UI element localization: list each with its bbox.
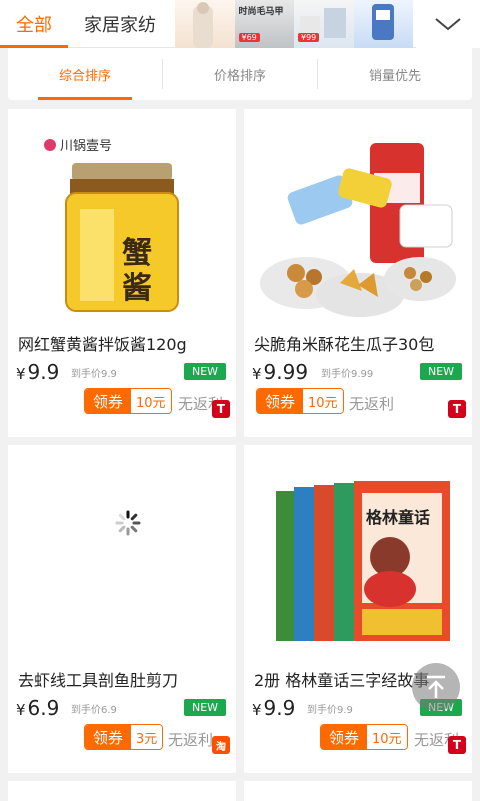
product-card[interactable]: 川锅壹号 蟹 酱 网红蟹黄酱拌饭酱120g ¥9.9 到手价9.9 NEW 领券…	[8, 109, 236, 437]
currency-symbol: ¥	[252, 701, 262, 719]
product-card[interactable]	[8, 781, 236, 801]
product-price: ¥9.9	[252, 696, 295, 720]
sort-tab-price[interactable]: 价格排序	[163, 48, 317, 100]
price-value: 6.9	[27, 696, 60, 720]
sort-tab-sales[interactable]: 销量优先	[318, 48, 472, 100]
currency-symbol: ¥	[16, 365, 26, 383]
coupon-label: 领券	[85, 389, 131, 413]
sort-bar: 综合排序 价格排序 销量优先	[8, 48, 472, 100]
promo-banner[interactable]: 时尚毛马甲 ¥69	[234, 0, 294, 48]
price-value: 9.9	[263, 696, 296, 720]
new-badge: NEW	[184, 699, 226, 716]
coupon-button[interactable]: 领券 3元	[84, 724, 164, 750]
back-to-top-button[interactable]	[412, 663, 460, 711]
expand-categories-button[interactable]	[416, 0, 480, 48]
coupon-amount: 10元	[367, 725, 407, 749]
product-brand-logo: 川锅壹号	[60, 138, 112, 154]
promo-banner[interactable]: ¥99	[294, 0, 354, 48]
product-card[interactable]	[244, 781, 472, 801]
arrow-up-icon	[427, 675, 445, 698]
tmall-icon: T	[212, 400, 230, 418]
category-tab-home-textile[interactable]: 家居家纺	[68, 0, 176, 48]
banner-price: ¥69	[238, 33, 260, 42]
product-price: ¥6.9	[16, 696, 59, 720]
tmall-icon: T	[448, 400, 466, 418]
svg-text:酱: 酱	[122, 271, 152, 306]
banner-price: ¥99	[298, 33, 320, 42]
product-card[interactable]: 格林童话 2册 格林童话三字经故事 ¥9.9 到手价9.9 NEW 领券 10元…	[244, 445, 472, 773]
new-badge: NEW	[184, 363, 226, 380]
product-price: ¥9.99	[252, 360, 308, 384]
product-image: 川锅壹号 蟹 酱	[14, 113, 230, 323]
product-price: ¥9.9	[16, 360, 59, 384]
tmall-icon: T	[448, 736, 466, 754]
spinner-icon	[115, 510, 141, 536]
coupon-label: 领券	[321, 725, 367, 749]
banner-image	[193, 2, 213, 48]
product-title[interactable]: 去虾线工具剖鱼肚剪刀	[18, 667, 228, 691]
promo-banner-strip[interactable]: 时尚毛马甲 ¥69 ¥99	[175, 0, 413, 48]
final-price: 到手价9.9	[307, 705, 353, 716]
taobao-icon: 淘	[212, 736, 230, 754]
svg-text:格林童话: 格林童话	[366, 508, 430, 527]
final-price: 到手价9.99	[321, 369, 374, 380]
coupon-amount: 10元	[131, 389, 171, 413]
coupon-button[interactable]: 领券 10元	[84, 388, 172, 414]
product-card[interactable]: 尖脆角米酥花生瓜子30包 ¥9.99 到手价9.99 NEW 领券 10元 无返…	[244, 109, 472, 437]
new-badge: NEW	[420, 363, 462, 380]
coupon-label: 领券	[85, 725, 131, 749]
final-price: 到手价6.9	[71, 705, 117, 716]
coupon-button[interactable]: 领券 10元	[320, 724, 408, 750]
product-title[interactable]: 网红蟹黄酱拌饭酱120g	[18, 331, 228, 355]
coupon-amount: 3元	[131, 725, 163, 749]
product-title[interactable]: 尖脆角米酥花生瓜子30包	[254, 331, 464, 355]
currency-symbol: ¥	[16, 701, 26, 719]
price-value: 9.9	[27, 360, 60, 384]
product-image	[250, 113, 466, 323]
currency-symbol: ¥	[252, 365, 262, 383]
price-value: 9.99	[263, 360, 309, 384]
svg-text:蟹: 蟹	[122, 236, 152, 271]
product-card[interactable]: 去虾线工具剖鱼肚剪刀 ¥6.9 到手价6.9 NEW 领券 3元 无返利 淘	[8, 445, 236, 773]
coupon-amount: 10元	[303, 389, 343, 413]
rebate-text: 无返利	[349, 395, 395, 413]
banner-title: 时尚毛马甲	[238, 7, 284, 17]
coupon-button[interactable]: 领券 10元	[256, 388, 344, 414]
promo-banner[interactable]	[175, 0, 235, 48]
chevron-down-icon	[435, 18, 461, 31]
sort-tab-comprehensive[interactable]: 综合排序	[8, 48, 162, 100]
rebate-text: 无返利	[168, 731, 214, 749]
banner-image	[371, 4, 394, 40]
promo-banner[interactable]	[353, 0, 413, 48]
product-image: 格林童话	[250, 449, 466, 659]
final-price: 到手价9.9	[71, 369, 117, 380]
category-tab-all[interactable]: 全部	[0, 0, 68, 48]
product-image	[14, 449, 230, 659]
coupon-label: 领券	[257, 389, 303, 413]
